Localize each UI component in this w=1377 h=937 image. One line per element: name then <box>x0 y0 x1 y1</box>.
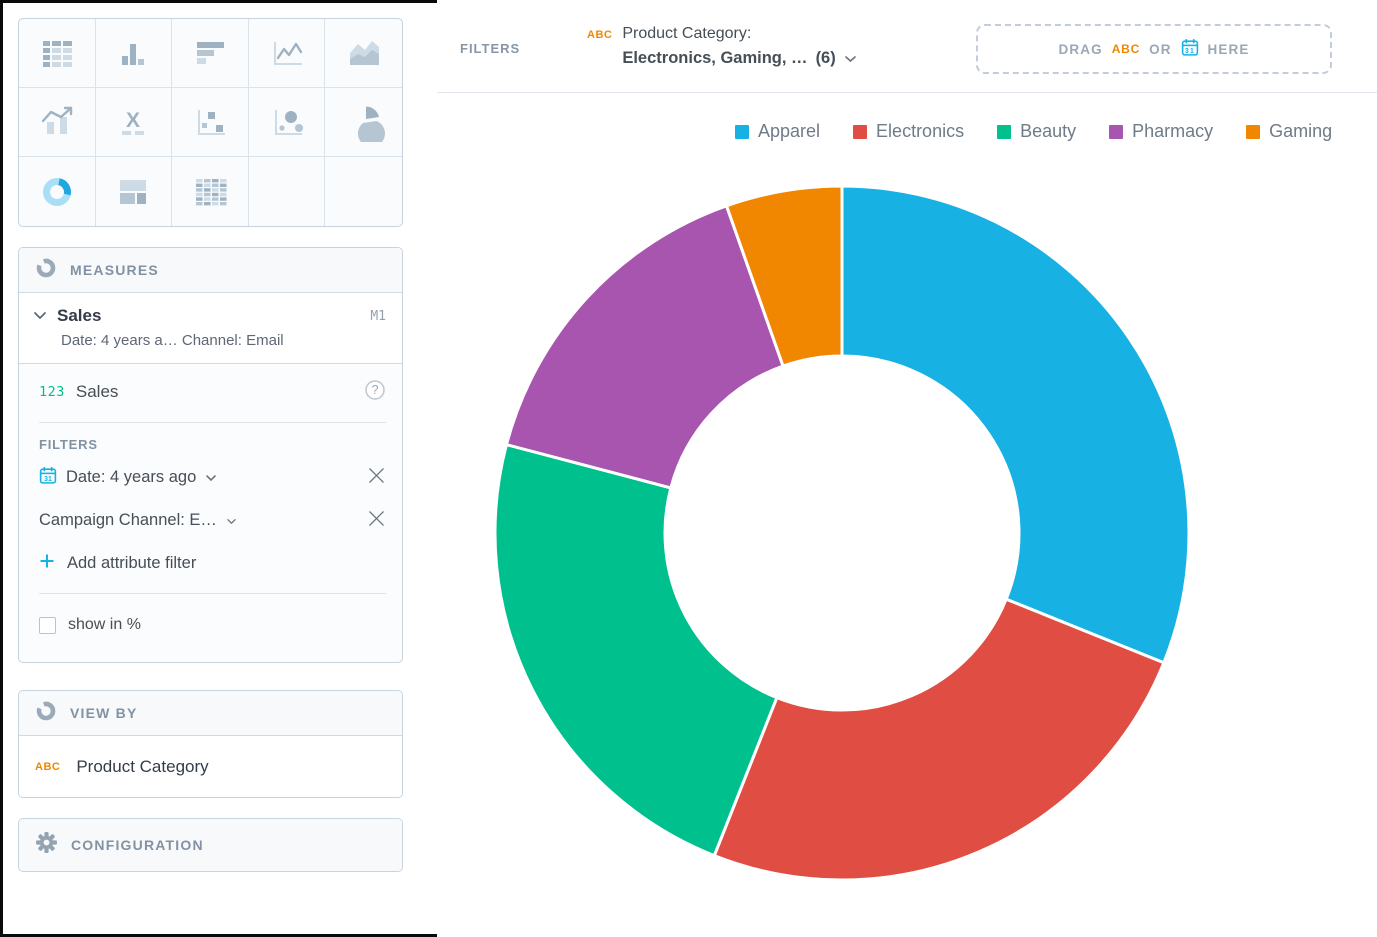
metric-row: 123 Sales ? <box>39 370 386 414</box>
vis-type-empty-cell <box>325 157 402 226</box>
view-by-bucket-header: VIEW BY <box>19 691 402 735</box>
svg-text:31: 31 <box>44 475 52 482</box>
filter-label: Campaign Channel: E… <box>39 511 217 530</box>
show-in-percent-label: show in % <box>68 616 141 634</box>
measure-badge: M1 <box>370 309 386 324</box>
donut-chart <box>437 92 1377 937</box>
filter-bar-label: FILTERS <box>460 41 520 56</box>
measure-filter-campaign-channel[interactable]: Campaign Channel: E… <box>39 499 386 542</box>
filter-selection-count: (6) <box>816 49 836 68</box>
product-category-filter-dropdown[interactable]: ABC Product Category: Electronics, Gamin… <box>587 25 857 68</box>
svg-text:31: 31 <box>1185 48 1195 55</box>
column-chart-icon <box>110 33 156 73</box>
scatter-chart-icon <box>187 102 233 142</box>
view-by-bucket: VIEW BY ABC Product Category <box>18 690 403 798</box>
vis-type-bubble[interactable] <box>249 88 326 157</box>
chevron-down-icon <box>205 469 217 487</box>
help-icon[interactable]: ? <box>364 379 386 406</box>
svg-text:?: ? <box>372 383 379 397</box>
plus-icon <box>39 553 55 574</box>
vis-type-line[interactable] <box>249 19 326 88</box>
chart-canvas: FILTERS ABC Product Category: Electronic… <box>437 0 1377 937</box>
pie-chart-icon <box>341 102 387 142</box>
divider <box>39 422 386 423</box>
attribute-abc-icon: ABC <box>587 29 612 68</box>
measure-name: Sales <box>57 306 101 326</box>
numeric-field-icon: 123 <box>39 384 65 400</box>
filter-selection: Electronics, Gaming, … <box>622 49 807 68</box>
measure-subtitle: Date: 4 years a… Channel: Email <box>61 332 386 349</box>
calendar-icon: 31 <box>1181 38 1199 60</box>
drop-zone-here-text: HERE <box>1208 42 1250 57</box>
add-attribute-filter-button[interactable]: Add attribute filter <box>39 542 386 585</box>
measure-item-sales[interactable]: Sales M1 Date: 4 years a… Channel: Email <box>19 292 402 364</box>
view-by-attribute-label: Product Category <box>76 757 208 777</box>
remove-filter-icon[interactable] <box>367 466 386 490</box>
sidebar: X MEASURES Sales M1 Date: 4 years a… Cha… <box>18 18 403 872</box>
chevron-down-icon <box>226 512 237 530</box>
treemap-chart-icon <box>110 172 156 212</box>
vis-type-donut[interactable] <box>19 157 96 226</box>
vis-type-heatmap[interactable] <box>172 157 249 226</box>
filter-attribute-name: Product Category: <box>622 25 856 43</box>
vis-type-column[interactable] <box>96 19 173 88</box>
attribute-abc-icon: ABC <box>1112 42 1140 56</box>
measures-title: MEASURES <box>70 262 159 278</box>
window-frame-top-edge <box>0 0 437 3</box>
donut-slice-electronics[interactable] <box>714 599 1164 880</box>
line-chart-icon <box>264 33 310 73</box>
visualization-type-picker: X <box>18 18 403 227</box>
donut-bucket-icon <box>35 700 57 727</box>
vis-type-empty-cell <box>249 157 326 226</box>
show-in-percent-row: show in % <box>39 602 386 648</box>
metric-field-name: Sales <box>76 382 119 402</box>
vis-type-treemap[interactable] <box>96 157 173 226</box>
bar-chart-icon <box>187 33 233 73</box>
donut-chart-icon <box>34 172 80 212</box>
show-in-percent-checkbox[interactable] <box>39 617 56 634</box>
drop-zone-or-text: OR <box>1149 42 1171 57</box>
remove-filter-icon[interactable] <box>367 509 386 533</box>
vis-type-headline[interactable]: X <box>96 88 173 157</box>
donut-slice-apparel[interactable] <box>842 186 1189 663</box>
measure-filters-title: FILTERS <box>39 437 386 452</box>
vis-type-combo[interactable] <box>19 88 96 157</box>
measure-filter-date[interactable]: 31 Date: 4 years ago <box>39 456 386 499</box>
combo-chart-icon <box>34 102 80 142</box>
divider <box>39 593 386 594</box>
view-by-title: VIEW BY <box>70 705 138 721</box>
measures-bucket: MEASURES Sales M1 Date: 4 years a… Chann… <box>18 247 403 663</box>
attribute-abc-icon: ABC <box>35 761 60 773</box>
svg-text:X: X <box>126 109 140 132</box>
vis-type-area[interactable] <box>325 19 402 88</box>
area-chart-icon <box>341 33 387 73</box>
vis-type-table[interactable] <box>19 19 96 88</box>
donut-slice-beauty[interactable] <box>495 445 777 856</box>
window-frame-left-edge <box>0 0 3 937</box>
view-by-attribute-product-category[interactable]: ABC Product Category <box>19 735 402 797</box>
headline-chart-icon: X <box>110 102 156 142</box>
filter-drop-zone[interactable]: DRAG ABC OR 31 HERE <box>976 24 1332 74</box>
heatmap-chart-icon <box>187 172 233 212</box>
configuration-bucket: CONFIGURATION <box>18 818 403 872</box>
bubble-chart-icon <box>264 102 310 142</box>
drop-zone-drag-text: DRAG <box>1059 42 1103 57</box>
configuration-title: CONFIGURATION <box>71 837 204 853</box>
calendar-icon: 31 <box>39 466 57 490</box>
vis-type-pie[interactable] <box>325 88 402 157</box>
chevron-down-icon <box>844 49 857 68</box>
measure-detail-panel: 123 Sales ? FILTERS 31 Date: 4 years ago <box>19 364 402 662</box>
donut-bucket-icon <box>35 257 57 284</box>
gear-icon <box>35 831 58 859</box>
measures-bucket-header: MEASURES <box>19 248 402 292</box>
filter-label: Date: 4 years ago <box>66 468 196 487</box>
table-chart-icon <box>34 33 80 73</box>
vis-type-bar[interactable] <box>172 19 249 88</box>
add-attribute-filter-label: Add attribute filter <box>67 554 196 573</box>
configuration-header[interactable]: CONFIGURATION <box>19 819 402 871</box>
chevron-down-icon[interactable] <box>33 307 47 325</box>
vis-type-scatter[interactable] <box>172 88 249 157</box>
